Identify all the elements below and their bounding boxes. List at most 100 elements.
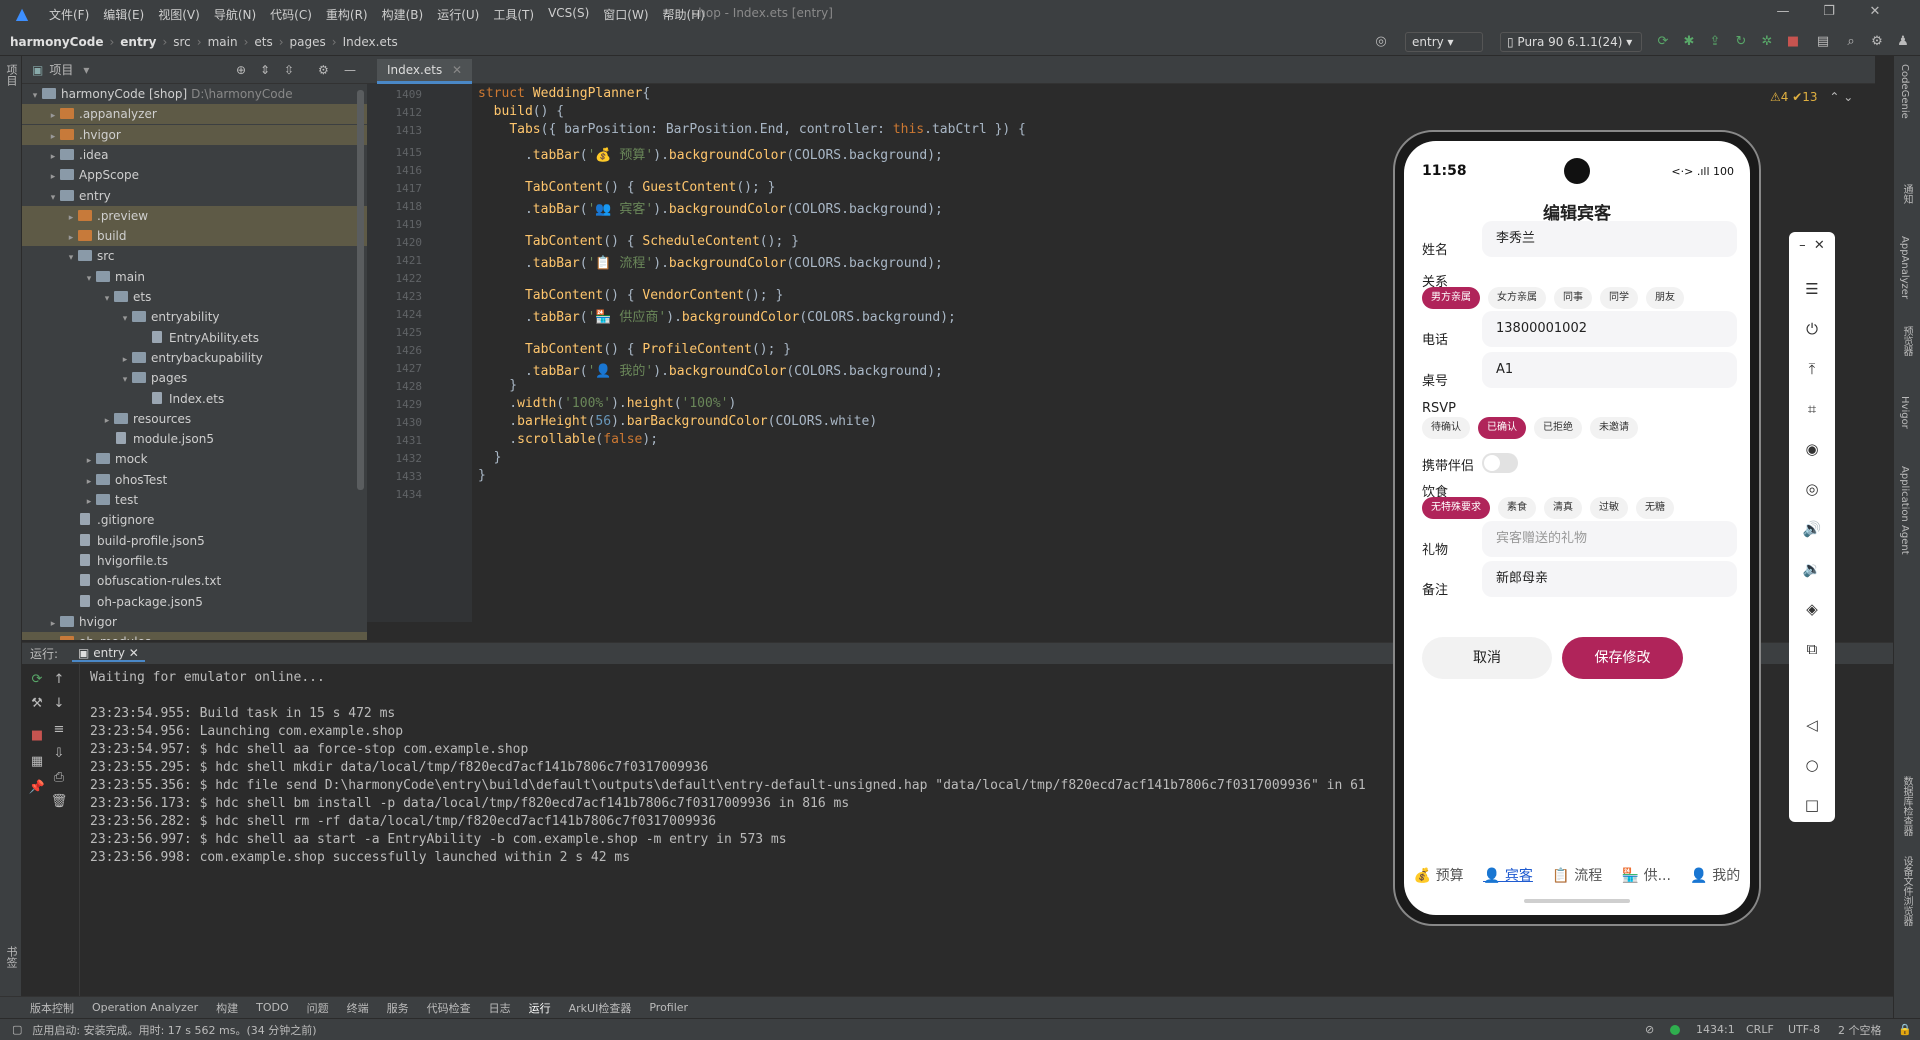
account-icon[interactable]: ♟ — [1894, 33, 1912, 51]
device-manager-icon[interactable]: ▤ — [1814, 33, 1832, 51]
phone-tab[interactable]: 👤 我的 — [1690, 865, 1740, 885]
chevron-down-icon[interactable]: ▾ — [82, 269, 96, 289]
menu-item[interactable]: 重构(R) — [319, 6, 375, 23]
chevron-down-icon[interactable]: ▾ — [118, 370, 132, 390]
maximize-icon[interactable]: ❐ — [1806, 4, 1852, 19]
bottom-tool-tab[interactable]: 日志 — [489, 1000, 511, 1016]
close-icon[interactable]: ✕ — [1852, 4, 1898, 19]
bottom-tool-tab[interactable]: 代码检查 — [427, 1000, 471, 1016]
phone-tab[interactable]: 💰 预算 — [1414, 865, 1464, 885]
right-tool-tab[interactable]: 数据库检查器 — [1899, 776, 1914, 836]
pin-icon[interactable]: 📌 — [28, 780, 46, 798]
search-icon[interactable]: ⌕ — [1842, 33, 1860, 51]
device-select[interactable]: ▯ Pura 90 6.1.1(24) ▾ — [1500, 32, 1642, 52]
run-console[interactable]: Waiting for emulator online... 23:23:54.9… — [80, 664, 1380, 996]
line-separator[interactable]: CRLF — [1746, 1023, 1774, 1036]
bottom-tool-tab[interactable]: 运行 — [529, 1000, 551, 1016]
menu-item[interactable]: 工具(T) — [486, 6, 541, 23]
tree-item[interactable]: ▸ test — [22, 490, 367, 510]
print-icon[interactable]: ⎙ — [50, 770, 68, 788]
phone-tab[interactable]: 🏪 供... — [1622, 865, 1671, 885]
chevron-down-icon[interactable]: ▾ — [100, 289, 114, 309]
tree-item[interactable]: ▾ harmonyCode [shop] D:\harmonyCode — [22, 84, 367, 104]
breadcrumb-item[interactable]: Index.ets — [343, 35, 398, 49]
save-button[interactable]: 保存修改 — [1562, 637, 1683, 679]
lock-icon[interactable]: 🔒 — [1898, 1023, 1912, 1036]
rotate-icon[interactable]: ◉ — [1789, 440, 1835, 458]
tree-item[interactable]: ▾ entry — [22, 186, 367, 206]
emu-menu-icon[interactable]: ☰ — [1789, 280, 1835, 298]
bottom-tool-tab[interactable]: Profiler — [649, 1001, 688, 1014]
chevron-down-icon[interactable]: ▾ — [28, 86, 42, 106]
volume-down-icon[interactable]: 🔉 — [1789, 560, 1835, 578]
menu-item[interactable]: 文件(F) — [42, 6, 96, 23]
phone-tab[interactable]: 📋 流程 — [1552, 865, 1602, 885]
breadcrumb-item[interactable]: harmonyCode — [10, 35, 103, 49]
back-icon[interactable]: ◁ — [1789, 716, 1835, 734]
right-tool-tab[interactable]: Hvigor — [1899, 396, 1910, 429]
note-input[interactable]: 新郎母亲 — [1482, 561, 1737, 597]
tree-item[interactable]: ▸ .preview — [22, 205, 367, 228]
project-view-select[interactable]: 项目 — [49, 61, 73, 78]
stop-icon[interactable]: ■ — [1784, 33, 1802, 51]
tree-item[interactable]: ▸ .idea — [22, 145, 367, 165]
arrow-down-icon[interactable]: ↓ — [50, 696, 68, 714]
screenshot-icon[interactable]: ⧉ — [1789, 640, 1835, 658]
volume-up-icon[interactable]: 🔊 — [1789, 520, 1835, 538]
chevron-right-icon[interactable]: ▸ — [82, 492, 96, 512]
bottom-tool-tab[interactable]: 服务 — [387, 1000, 409, 1016]
chevron-right-icon[interactable]: ▸ — [118, 350, 132, 370]
tree-item[interactable]: oh-package.json5 — [22, 592, 367, 612]
right-tool-tab[interactable]: 通知 — [1899, 184, 1914, 204]
chip-relations[interactable]: 女方亲属 — [1488, 287, 1546, 309]
menu-item[interactable]: 构建(B) — [375, 6, 431, 23]
chevron-right-icon[interactable]: ▸ — [64, 208, 78, 228]
chevron-right-icon[interactable]: ▸ — [46, 167, 60, 187]
tree-item[interactable]: ▸ .hvigor — [22, 124, 367, 147]
tree-item[interactable]: obfuscation-rules.txt — [22, 571, 367, 591]
bookmarks-tool-tab[interactable]: 书签 — [3, 946, 19, 968]
chip-diets[interactable]: 清真 — [1544, 497, 1582, 519]
bottom-tool-tab[interactable]: 构建 — [216, 1000, 238, 1016]
tree-item[interactable]: EntryAbility.ets — [22, 328, 367, 348]
inspection-widget[interactable]: ⚠4 ✔13 ⌃ ⌄ — [1770, 90, 1853, 104]
chip-rsvp[interactable]: 待确认 — [1422, 417, 1470, 439]
chevron-right-icon[interactable]: ▸ — [46, 127, 60, 147]
arrow-up-icon[interactable]: ↑ — [50, 672, 68, 690]
home-indicator[interactable] — [1524, 899, 1630, 903]
caret-position[interactable]: 1434:1 — [1696, 1023, 1735, 1036]
chevron-right-icon[interactable]: ▸ — [46, 106, 60, 126]
tree-item[interactable]: module.json5 — [22, 429, 367, 449]
tree-item[interactable]: ▸ .appanalyzer — [22, 104, 367, 126]
run-config-select[interactable]: entry ▾ — [1405, 32, 1483, 52]
rerun-icon[interactable]: ⟳ — [28, 672, 46, 690]
tree-item[interactable]: ▸ AppScope — [22, 165, 367, 185]
emu-minimize-icon[interactable]: – ✕ — [1789, 238, 1835, 253]
breadcrumb-item[interactable]: entry — [120, 35, 156, 49]
chip-relations[interactable]: 同事 — [1554, 287, 1592, 309]
bottom-tool-tab[interactable]: 问题 — [307, 1000, 329, 1016]
chevron-up-icon[interactable]: ⌃ — [1829, 90, 1839, 104]
tree-item[interactable]: Index.ets — [22, 389, 367, 409]
menu-item[interactable]: 导航(N) — [207, 6, 263, 23]
layout-icon[interactable]: ▦ — [28, 754, 46, 772]
project-tool-tab[interactable]: 项目 — [3, 64, 19, 86]
menu-item[interactable]: VCS(S) — [541, 6, 596, 23]
chip-diets[interactable]: 无特殊要求 — [1422, 497, 1490, 519]
chevron-down-icon[interactable]: ⌄ — [1843, 90, 1853, 104]
tab-close-icon[interactable]: ✕ — [452, 63, 462, 77]
power-icon[interactable]: ⏻ — [1789, 320, 1835, 338]
breadcrumb-item[interactable]: main — [208, 35, 238, 49]
debug-icon[interactable]: ✱ — [1680, 33, 1698, 51]
chip-rsvp[interactable]: 已拒绝 — [1534, 417, 1582, 439]
tree-item[interactable]: ▸ hvigor — [22, 612, 367, 632]
table-input[interactable]: A1 — [1482, 352, 1737, 388]
right-tool-tab[interactable]: 设备文件浏览器 — [1899, 856, 1914, 926]
gift-input[interactable]: 宾客赠送的礼物 — [1482, 521, 1737, 557]
chip-relations[interactable]: 同学 — [1600, 287, 1638, 309]
tree-item[interactable]: ▸ mock — [22, 449, 367, 469]
status-layout-icon[interactable]: ▢ — [12, 1023, 22, 1036]
bottom-tool-tab[interactable]: Operation Analyzer — [92, 1001, 198, 1014]
tree-item[interactable]: ▾ main — [22, 267, 367, 287]
profile-icon[interactable]: ✲ — [1758, 33, 1776, 51]
